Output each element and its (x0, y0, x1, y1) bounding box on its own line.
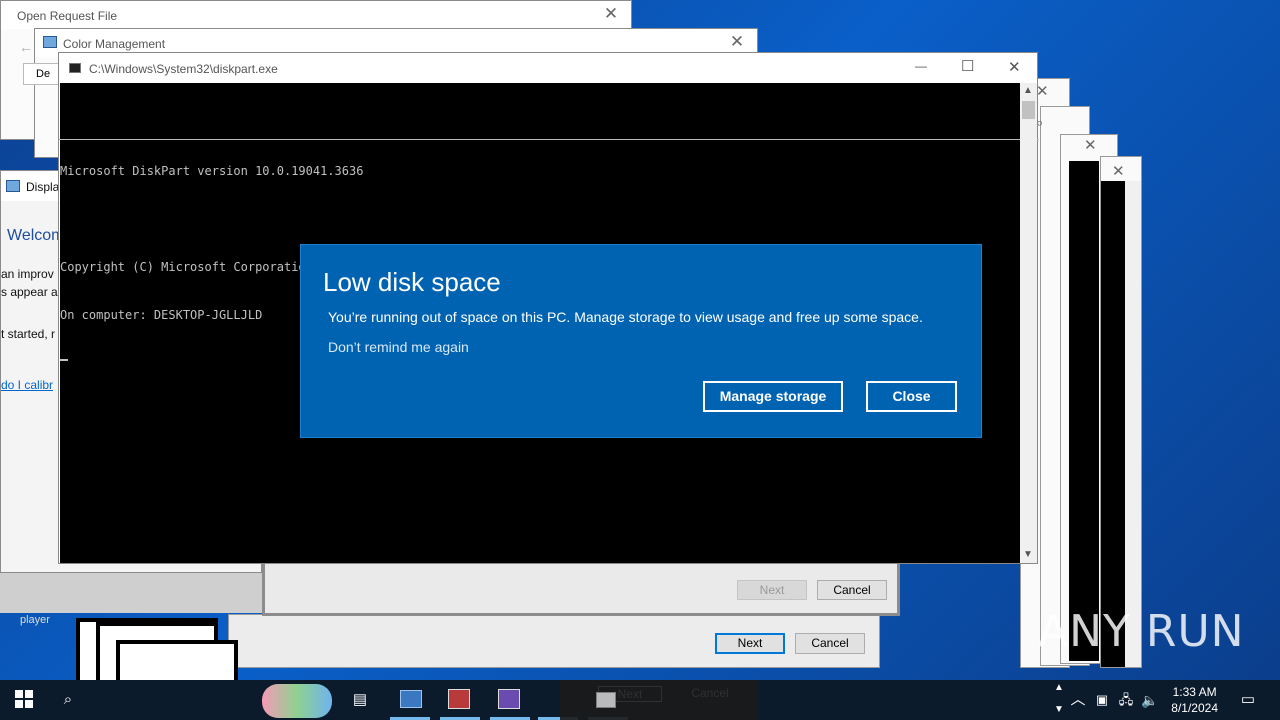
console-icon (69, 63, 81, 73)
taskbar: ⌕ ▤ Next Cancel ︿ ▣ 🖧 🔈 1:33 AM 8/1/2024… (0, 680, 1280, 720)
display-window-bottom (0, 573, 262, 613)
stack-close-icon[interactable]: ✕ (1112, 162, 1125, 180)
intro-text: an improv (1, 267, 54, 281)
wizard-footer: Next Cancel (228, 614, 880, 668)
manage-storage-button[interactable]: Manage storage (703, 381, 843, 412)
window-title: Open Request File (17, 9, 118, 23)
tray-device-icon[interactable]: ▣ (1092, 690, 1112, 710)
next-button[interactable]: Next (715, 633, 785, 654)
bg-window-stack-4 (1100, 156, 1142, 668)
low-disk-space-dialog: Low disk space You’re running out of spa… (300, 244, 982, 438)
taskbar-app-icon[interactable] (400, 690, 422, 708)
taskbar-app-icon[interactable] (448, 689, 470, 709)
glitch-line (59, 139, 1039, 140)
notification-icon[interactable]: ▭ (1238, 690, 1258, 710)
dialog-message: You’re running out of space on this PC. … (328, 309, 923, 325)
tray-chevron-icon[interactable]: ︿ (1068, 690, 1088, 710)
search-icon[interactable]: ⌕ (58, 690, 78, 710)
taskbar-pinned-icon[interactable] (262, 684, 332, 718)
console-line: Microsoft DiskPart version 10.0.19041.36… (60, 164, 364, 178)
clock[interactable]: 1:33 AM 8/1/2024 (1171, 684, 1218, 716)
dialog-title: Low disk space (323, 267, 501, 297)
taskbar-app-icon[interactable] (498, 689, 520, 709)
cancel-button[interactable]: Cancel (817, 580, 887, 600)
scroll-up-icon[interactable]: ▲ (1023, 85, 1033, 96)
clock-date: 8/1/2024 (1171, 701, 1218, 715)
close-icon[interactable]: ✕ (1008, 58, 1021, 76)
scroll-thumb[interactable] (1022, 101, 1035, 119)
next-button[interactable]: Next (737, 580, 807, 600)
scroll-down-icon[interactable]: ▼ (1023, 549, 1033, 560)
back-arrow-icon[interactable]: ← (19, 39, 33, 55)
volume-icon[interactable]: 🔈 (1140, 690, 1160, 710)
taskbar-ghost-window: Next Cancel (560, 680, 758, 720)
window-title: C:\Windows\System32\diskpart.exe (89, 62, 278, 76)
edge-scroll-up-icon: ▲ (1054, 682, 1064, 693)
close-icon[interactable]: ✕ (601, 4, 621, 24)
close-icon[interactable]: ✕ (727, 32, 747, 52)
dont-remind-link[interactable]: Don’t remind me again (328, 339, 469, 355)
ghost-cancel-button: Cancel (691, 686, 729, 700)
device-tab[interactable]: De (23, 63, 63, 85)
clock-time: 1:33 AM (1172, 685, 1217, 699)
cancel-button[interactable]: Cancel (795, 633, 865, 654)
console-taskbar-icon[interactable] (596, 692, 616, 708)
welcome-heading: Welcom (7, 227, 65, 244)
window-title: Color Management (63, 37, 166, 51)
intro-text: s appear a (1, 285, 58, 299)
display-icon (6, 180, 20, 192)
close-button[interactable]: Close (866, 381, 957, 412)
intro-text: t started, r (1, 327, 56, 341)
player-label: player (20, 614, 50, 626)
edge-scroll-down-icon: ▼ (1054, 704, 1064, 715)
anyrun-watermark: ANY RUN (1038, 606, 1245, 657)
start-windows-icon[interactable] (14, 690, 34, 710)
wizard-window: Next Cancel (262, 560, 900, 616)
calibrate-help-link[interactable]: do I calibr (1, 378, 53, 392)
task-view-icon[interactable]: ▤ (350, 690, 370, 710)
minimize-icon[interactable]: — (915, 59, 927, 73)
console-scrollbar[interactable]: ▲ ▼ (1020, 83, 1037, 563)
network-icon[interactable]: 🖧 (1116, 690, 1136, 710)
stack-close-icon[interactable]: ✕ (1084, 136, 1097, 154)
text-cursor (60, 359, 68, 361)
color-management-icon (43, 36, 57, 48)
maximize-icon[interactable]: ☐ (961, 57, 974, 75)
